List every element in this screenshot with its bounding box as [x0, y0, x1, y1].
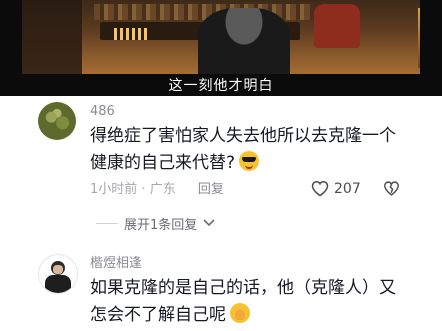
video-scene [22, 0, 420, 74]
expand-replies-button[interactable]: 展开1条回复 [96, 214, 215, 233]
like-count: 207 [334, 180, 361, 197]
cool-sunglasses-emoji [239, 151, 260, 171]
chevron-down-icon [203, 216, 215, 231]
scene-lamp [418, 8, 420, 68]
comment-username[interactable]: 楷煜相逢 [90, 256, 142, 272]
comment-time: 1小时前 [90, 182, 138, 197]
comment-username[interactable]: 486 [90, 104, 115, 120]
comment-item: 486 得绝症了害怕家人失去他所以去克隆一个健康的自己来代替? 1小时前 · 广… [0, 96, 442, 246]
video-subtitle: 这一刻他才明白 [168, 78, 274, 94]
expand-replies-label: 展开1条回复 [124, 218, 198, 233]
scene-person [198, 8, 290, 74]
avatar[interactable] [38, 102, 76, 140]
avatar-body [45, 275, 71, 293]
like-button[interactable]: 207 [311, 180, 361, 197]
avatar[interactable] [38, 254, 78, 294]
comment-text: 如果克隆的是自己的话，他（克隆人）又怎会不了解自己呢 [90, 275, 408, 329]
avatar-face [53, 265, 63, 274]
meta-separator: · [141, 182, 150, 197]
scene-left-wall [22, 0, 82, 74]
comment-location: 广东 [149, 182, 176, 197]
scene-lights [114, 28, 148, 40]
comment-text: 得绝症了害怕家人失去他所以去克隆一个健康的自己来代替? [90, 123, 408, 177]
dislike-icon [383, 180, 400, 197]
comment-item: 楷煜相逢 如果克隆的是自己的话，他（克隆人）又怎会不了解自己呢 [0, 248, 442, 331]
expand-divider [96, 223, 118, 224]
reply-button[interactable]: 回复 [198, 182, 224, 197]
praying-face-emoji [230, 303, 250, 323]
dislike-button[interactable] [383, 180, 400, 197]
video-frame[interactable]: 这一刻他才明白 [0, 0, 442, 96]
scene-chair [314, 4, 360, 48]
heart-icon [311, 180, 329, 197]
comment-meta: 1小时前 · 广东 回复 [90, 182, 224, 198]
